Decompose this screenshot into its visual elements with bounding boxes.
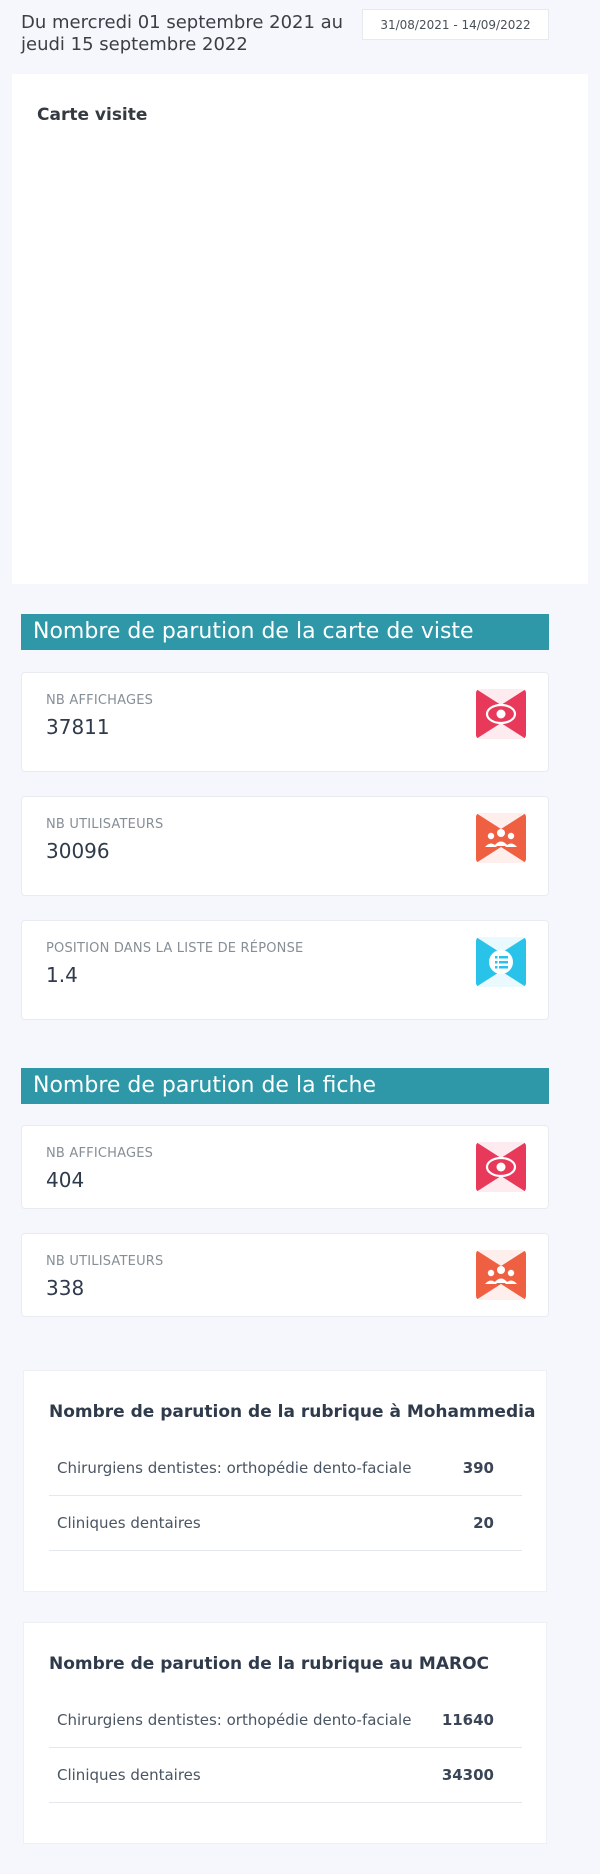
- stat-label: NB AFFICHAGES: [46, 693, 154, 708]
- table-row: Chirurgiens dentistes: orthopédie dento-…: [49, 1441, 522, 1496]
- stat-label: NB UTILISATEURS: [46, 817, 164, 832]
- rubrique-maroc-card: Nombre de parution de la rubrique au MAR…: [23, 1622, 547, 1844]
- row-value: 34300: [441, 1766, 494, 1784]
- map-card: Carte visite: [12, 74, 588, 584]
- stat-card-affichages: NB AFFICHAGES 37811: [21, 672, 549, 772]
- rubrique-local-card: Nombre de parution de la rubrique à Moha…: [23, 1370, 547, 1592]
- rubrique-maroc-title: Nombre de parution de la rubrique au MAR…: [49, 1654, 490, 1674]
- stat-card-fiche-utilisateurs: NB UTILISATEURS 338: [21, 1233, 549, 1317]
- row-value: 11640: [441, 1711, 494, 1729]
- stat-card-position: POSITION DANS LA LISTE DE RÉPONSE 1.4: [21, 920, 549, 1020]
- stat-value: 37811: [46, 715, 110, 739]
- stat-label: POSITION DANS LA LISTE DE RÉPONSE: [46, 941, 304, 956]
- table-row: Cliniques dentaires 20: [49, 1496, 522, 1551]
- stat-value: 338: [46, 1276, 85, 1300]
- row-name: Chirurgiens dentistes: orthopédie dento-…: [57, 1711, 412, 1729]
- users-icon: [476, 1250, 526, 1300]
- table-row: Chirurgiens dentistes: orthopédie dento-…: [49, 1693, 522, 1748]
- row-value: 390: [462, 1459, 494, 1477]
- table-row: Cliniques dentaires 34300: [49, 1748, 522, 1803]
- section-header-carte: Nombre de parution de la carte de viste: [21, 614, 549, 650]
- stat-value: 1.4: [46, 963, 78, 987]
- users-icon: [476, 813, 526, 863]
- stat-label: NB AFFICHAGES: [46, 1146, 154, 1161]
- eye-icon: [476, 689, 526, 739]
- row-name: Chirurgiens dentistes: orthopédie dento-…: [57, 1459, 412, 1477]
- row-name: Cliniques dentaires: [57, 1514, 201, 1532]
- stat-value: 30096: [46, 839, 110, 863]
- eye-icon: [476, 1142, 526, 1192]
- list-icon: [476, 937, 526, 987]
- stat-value: 404: [46, 1168, 85, 1192]
- stat-card-utilisateurs: NB UTILISATEURS 30096: [21, 796, 549, 896]
- rubrique-local-title: Nombre de parution de la rubrique à Moha…: [49, 1402, 536, 1422]
- map-title: Carte visite: [37, 105, 148, 125]
- row-value: 20: [473, 1514, 494, 1532]
- row-name: Cliniques dentaires: [57, 1766, 201, 1784]
- period-text: Du mercredi 01 septembre 2021 au jeudi 1…: [21, 12, 344, 55]
- date-range-picker[interactable]: 31/08/2021 - 14/09/2022: [362, 9, 549, 40]
- stat-label: NB UTILISATEURS: [46, 1254, 164, 1269]
- section-header-fiche: Nombre de parution de la fiche: [21, 1068, 549, 1104]
- stat-card-fiche-affichages: NB AFFICHAGES 404: [21, 1125, 549, 1209]
